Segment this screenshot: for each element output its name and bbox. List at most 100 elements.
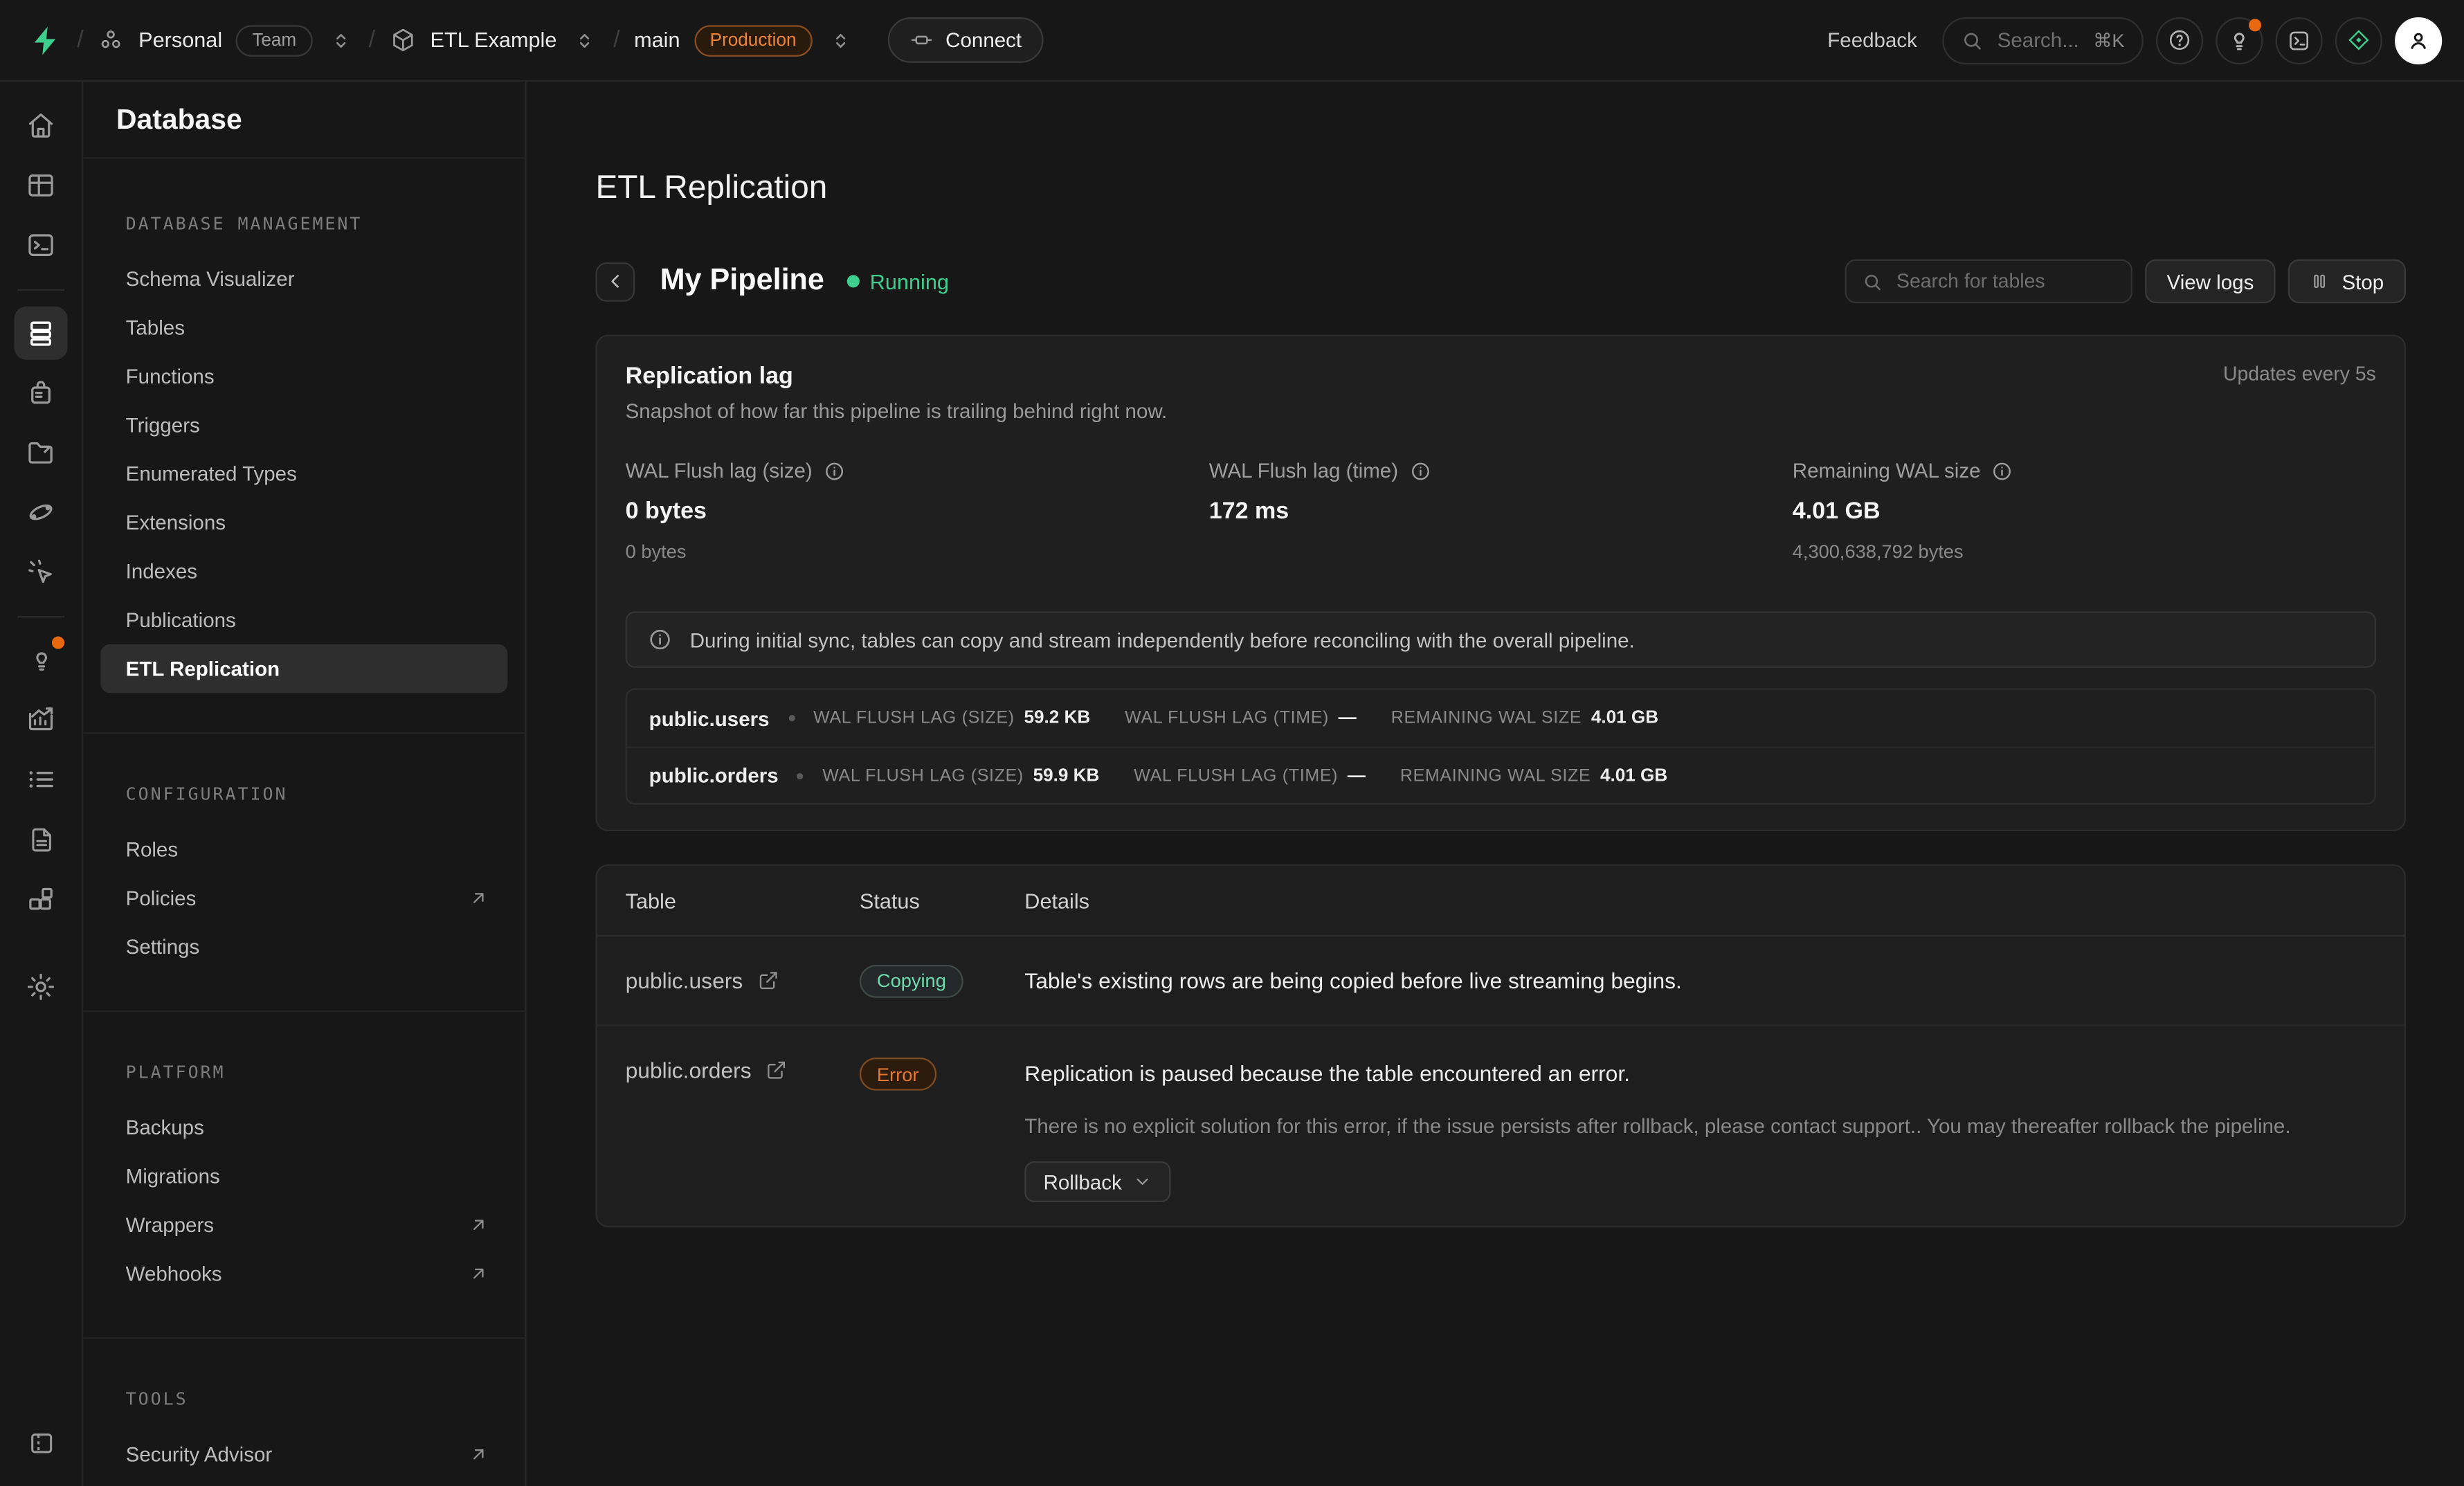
sidebar-item-roles[interactable]: Roles	[100, 825, 507, 873]
table-row: public.orders Error Replication is pause…	[597, 1026, 2404, 1226]
breadcrumb-branch[interactable]: main	[634, 28, 680, 52]
table-lag-row: public.users WAL FLUSH LAG (SIZE)59.2 KB…	[627, 690, 2375, 747]
arrow-up-right-icon	[469, 1263, 489, 1284]
initial-sync-banner: During initial sync, tables can copy and…	[626, 611, 2376, 668]
lightbulb-icon	[2225, 26, 2254, 54]
external-link-icon[interactable]	[766, 1059, 788, 1081]
sidebar-item-security-advisor[interactable]: Security Advisor	[100, 1430, 507, 1478]
sidebar-item-realtime[interactable]	[14, 545, 67, 599]
sidebar-item-settings-config[interactable]: Settings	[100, 923, 507, 971]
updates-note: Updates every 5s	[2223, 363, 2376, 385]
connect-button[interactable]: Connect	[887, 17, 1044, 63]
breadcrumb-separator: /	[77, 27, 83, 54]
sidebar-item-logs[interactable]	[14, 753, 67, 806]
section-label: DATABASE MANAGEMENT	[100, 214, 507, 235]
breadcrumb: / Personal Team / ETL Example / main Pro…	[28, 17, 1044, 63]
lag-metrics: WAL Flush lag (size) 0 bytes 0 bytes WAL…	[626, 459, 2376, 563]
metric-value: 4.01 GB	[1793, 498, 2376, 525]
section-platform: PLATFORM Backups Migrations Wrappers Web…	[83, 1012, 525, 1298]
rail-divider	[17, 289, 64, 291]
sidebar-item-reports[interactable]	[14, 693, 67, 746]
sidebar-item-enumerated-types[interactable]: Enumerated Types	[100, 449, 507, 498]
status-badge: Error	[860, 1058, 936, 1091]
tables-status-card: Table Status Details public.users Copyin…	[595, 864, 2406, 1227]
sidebar-item-migrations[interactable]: Migrations	[100, 1152, 507, 1200]
chevron-down-icon	[1133, 1172, 1152, 1191]
metric-remaining-wal-size: Remaining WAL size 4.01 GB 4,300,638,792…	[1793, 459, 2376, 563]
sidebar-item-tables[interactable]: Tables	[100, 303, 507, 352]
project-switcher-chevrons-icon[interactable]	[574, 29, 596, 51]
table-search[interactable]	[1845, 260, 2132, 304]
global-search-input[interactable]	[1994, 27, 2082, 54]
sidebar-item-indexes[interactable]: Indexes	[100, 547, 507, 595]
breadcrumb-separator: /	[613, 27, 619, 54]
table-editor-icon	[25, 170, 56, 201]
rollback-button[interactable]: Rollback	[1024, 1161, 1170, 1202]
sidebar-item-api-docs[interactable]	[14, 813, 67, 866]
sidebar-item-triggers[interactable]: Triggers	[100, 401, 507, 449]
metric-value: 0 bytes	[626, 498, 1209, 525]
row-details: Replication is paused because the table …	[1024, 1058, 2376, 1089]
section-label: TOOLS	[100, 1389, 507, 1410]
global-search[interactable]: ⌘K	[1942, 17, 2144, 64]
terminal-button[interactable]	[2276, 17, 2323, 64]
assistant-button[interactable]	[2335, 17, 2382, 64]
lag-card-title: Replication lag	[626, 363, 793, 390]
sidebar-item-database[interactable]	[14, 307, 67, 360]
sidebar-toggle-icon	[26, 1429, 55, 1458]
sidebar-item-integrations[interactable]	[14, 872, 67, 925]
project-cube-icon	[390, 27, 417, 54]
user-avatar[interactable]	[2395, 17, 2442, 64]
sidebar-item-auth[interactable]	[14, 366, 67, 419]
sidebar-item-backups[interactable]: Backups	[100, 1103, 507, 1152]
table-lag-list: public.users WAL FLUSH LAG (SIZE)59.2 KB…	[626, 688, 2376, 804]
view-logs-button[interactable]: View logs	[2145, 260, 2276, 304]
section-database-management: DATABASE MANAGEMENT Schema Visualizer Ta…	[83, 158, 525, 693]
settings-gear-icon	[25, 971, 56, 1002]
chevron-left-icon	[604, 271, 626, 293]
sidebar-item-table-editor[interactable]	[14, 158, 67, 212]
info-icon[interactable]	[824, 460, 846, 482]
breadcrumb-org[interactable]: Personal	[138, 28, 222, 52]
sidebar-item-advisors[interactable]	[14, 633, 67, 687]
sidebar-toggle-button[interactable]	[14, 1417, 67, 1470]
storage-icon	[25, 437, 56, 468]
external-link-icon[interactable]	[757, 970, 779, 992]
help-button[interactable]	[2156, 17, 2203, 64]
supabase-logo[interactable]	[28, 23, 63, 57]
sidebar-item-settings[interactable]	[14, 960, 67, 1013]
sidebar-item-storage[interactable]	[14, 426, 67, 479]
column-header-table: Table	[597, 889, 860, 912]
info-icon	[647, 627, 672, 652]
advisors-notification-dot	[52, 637, 64, 649]
sidebar-item-edge-functions[interactable]	[14, 486, 67, 539]
back-button[interactable]	[595, 262, 635, 301]
sidebar-item-etl-replication[interactable]: ETL Replication	[100, 644, 507, 693]
breadcrumb-project[interactable]: ETL Example	[431, 28, 557, 52]
pipeline-name: My Pipeline	[660, 264, 824, 298]
sidebar-item-extensions[interactable]: Extensions	[100, 498, 507, 547]
sidebar-item-policies[interactable]: Policies	[100, 873, 507, 922]
stop-button[interactable]: Stop	[2288, 260, 2406, 304]
sidebar-item-sql-editor[interactable]	[14, 219, 67, 272]
notifications-button[interactable]	[2216, 17, 2263, 64]
org-plan-badge: Team	[237, 24, 312, 55]
sidebar-item-wrappers[interactable]: Wrappers	[100, 1201, 507, 1249]
table-name: public.users	[626, 968, 743, 993]
info-icon[interactable]	[1991, 460, 2013, 482]
panel-title: Database	[83, 82, 525, 158]
feedback-link[interactable]: Feedback	[1827, 28, 1917, 52]
sidebar-item-functions[interactable]: Functions	[100, 352, 507, 401]
sidebar-item-publications[interactable]: Publications	[100, 595, 507, 644]
org-switcher-chevrons-icon[interactable]	[329, 29, 352, 51]
pipeline-actions: View logs Stop	[1845, 260, 2406, 304]
info-icon[interactable]	[1409, 460, 1431, 482]
sidebar-item-schema-visualizer[interactable]: Schema Visualizer	[100, 255, 507, 303]
metric-sub-value: 0 bytes	[626, 541, 1209, 563]
branch-switcher-chevrons-icon[interactable]	[829, 29, 851, 51]
table-search-input[interactable]	[1893, 269, 2114, 293]
sidebar-item-home[interactable]	[14, 99, 67, 152]
metric-sub-value: 4,300,638,792 bytes	[1793, 541, 2376, 563]
sidebar-item-webhooks[interactable]: Webhooks	[100, 1249, 507, 1298]
table-name: public.orders	[649, 763, 779, 787]
